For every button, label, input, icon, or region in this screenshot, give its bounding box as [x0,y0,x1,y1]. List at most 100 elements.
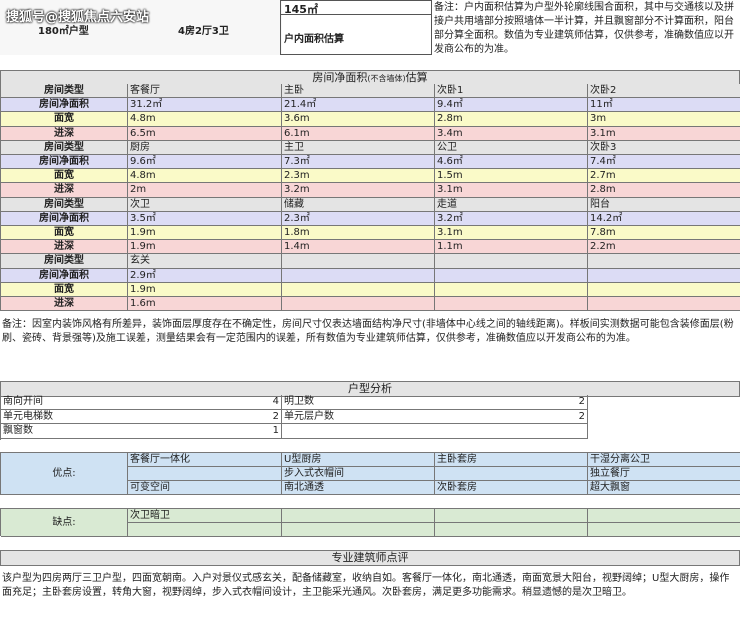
room-cell: 2.2m [588,240,740,255]
room-cell: 21.4㎡ [282,98,435,113]
pros-cell: 超大飘窗 [588,481,740,495]
pros-label: 优点: [1,453,128,495]
pros-cell: 可变空间 [128,481,282,495]
room-note: 备注：因室内装饰风格有所差异，装饰面层厚度存在不确定性，房间尺寸仅表达墙面结构净… [2,319,734,344]
room-cell [435,282,588,297]
room-cell: 31.2㎡ [128,98,282,113]
room-cell [282,254,435,269]
room-cell: 1.1m [435,240,588,255]
room-cell: 4.6㎡ [435,155,588,170]
analysis-blank [588,395,740,410]
row-label: 进深 [1,126,128,141]
cons-cell [435,509,588,523]
room-cell: 次卧1 [435,84,588,99]
room-cell [282,282,435,297]
layout-type: 4房2厅3卫 [178,26,229,37]
row-label: 房间净面积 [1,268,128,283]
room-cell [282,297,435,312]
room-cell: 3.1m [588,126,740,141]
row-label: 面宽 [1,282,128,297]
pros-cell: 客餐厅一体化 [128,453,282,467]
room-cell: 1.9m [128,226,282,241]
pros-grid: 优点: 客餐厅一体化 U型厨房 主卧套房 干湿分离公卫 步入式衣帽间 独立餐厅 可变空间 南北通… [0,452,740,495]
row-label: 进深 [1,240,128,255]
room-cell: 9.6㎡ [128,155,282,170]
cons-cell: 次卫暗卫 [128,509,282,523]
review-text: 该户型为四房两厅三卫户型，四面宽朝南。入户对景仪式感玄关，配备储藏室，收纳自如。… [2,573,730,598]
pros-cell: 次卧套房 [435,481,588,495]
pros-cell: 独立餐厅 [588,467,740,481]
cons-cell [282,523,435,537]
cons-grid: 缺点: 次卫暗卫 [0,508,740,537]
room-cell: 3.5㎡ [128,211,282,226]
cons-cell [588,523,740,537]
room-cell: 4.8m [128,112,282,127]
room-cell: 2.7m [588,169,740,184]
room-grid: 房间类型 客餐厅 主卧 次卧1 次卧2 房间净面积 31.2㎡ 21.4㎡ 9.4㎡ 11㎡ 面宽 4… [0,84,740,312]
row-label: 进深 [1,183,128,198]
row-label: 进深 [1,297,128,312]
cons-label: 缺点: [1,509,128,537]
room-cell: 1.6m [128,297,282,312]
room-cell: 3.4m [435,126,588,141]
analysis-left-value: 1 [1,424,282,439]
room-cell: 玄关 [128,254,282,269]
cons-cell [588,509,740,523]
room-cell: 7.3㎡ [282,155,435,170]
room-cell: 公卫 [435,140,588,155]
room-cell [588,297,740,312]
room-cell: 7.4㎡ [588,155,740,170]
room-cell [588,254,740,269]
room-cell: 3.1m [435,183,588,198]
header-note: 备注：户内面积估算为户型外轮廓线围合面积，其中与交通核以及拼接户共用墙部分按照墙… [434,2,734,55]
room-cell: 3m [588,112,740,127]
row-label: 房间类型 [1,197,128,212]
pros-cell: 步入式衣帽间 [282,467,435,481]
cons-cell [435,523,588,537]
room-cell: 4.8m [128,169,282,184]
room-cell: 2.8m [588,183,740,198]
room-cell: 2.3㎡ [282,211,435,226]
analysis-left-value: 4 [1,395,282,410]
row-label: 房间类型 [1,84,128,99]
room-cell: 1.9m [128,240,282,255]
room-cell [588,268,740,283]
room-cell: 次卧2 [588,84,740,99]
room-cell: 次卫 [128,197,282,212]
room-cell: 11㎡ [588,98,740,113]
review-title: 专业建筑师点评 [0,550,740,566]
pros-cell: U型厨房 [282,453,435,467]
room-cell: 9.4㎡ [435,98,588,113]
row-label: 面宽 [1,169,128,184]
room-cell: 次卧3 [588,140,740,155]
room-cell [282,268,435,283]
room-cell: 3.6m [282,112,435,127]
room-cell: 客餐厅 [128,84,282,99]
room-cell: 7.8m [588,226,740,241]
analysis-grid: 南向开间 4 明卫数 2 单元电梯数 2 单元层户数 2 飘窗数 1 [0,395,740,440]
pros-cell: 主卧套房 [435,453,588,467]
room-cell: 厨房 [128,140,282,155]
room-cell: 1.9m [128,282,282,297]
room-cell: 主卫 [282,140,435,155]
row-label: 房间净面积 [1,211,128,226]
pros-cell [128,467,282,481]
cons-cell [128,523,282,537]
room-cell [435,268,588,283]
room-cell: 6.1m [282,126,435,141]
inner-area-label: 户内面积估算 [284,34,344,45]
room-cell: 2.9㎡ [128,268,282,283]
room-cell: 1.8m [282,226,435,241]
pros-cell [435,467,588,481]
room-cell: 主卧 [282,84,435,99]
room-title-small: (不含墙体) [367,74,406,83]
analysis-right-value: 2 [282,409,588,424]
room-cell: 3.2m [282,183,435,198]
analysis-left-value: 2 [1,409,282,424]
row-label: 房间类型 [1,140,128,155]
room-cell: 3.2㎡ [435,211,588,226]
area-type: 180㎡户型 [38,26,89,37]
room-cell: 2.3m [282,169,435,184]
analysis-right-value: 2 [282,395,588,410]
room-cell: 14.2㎡ [588,211,740,226]
